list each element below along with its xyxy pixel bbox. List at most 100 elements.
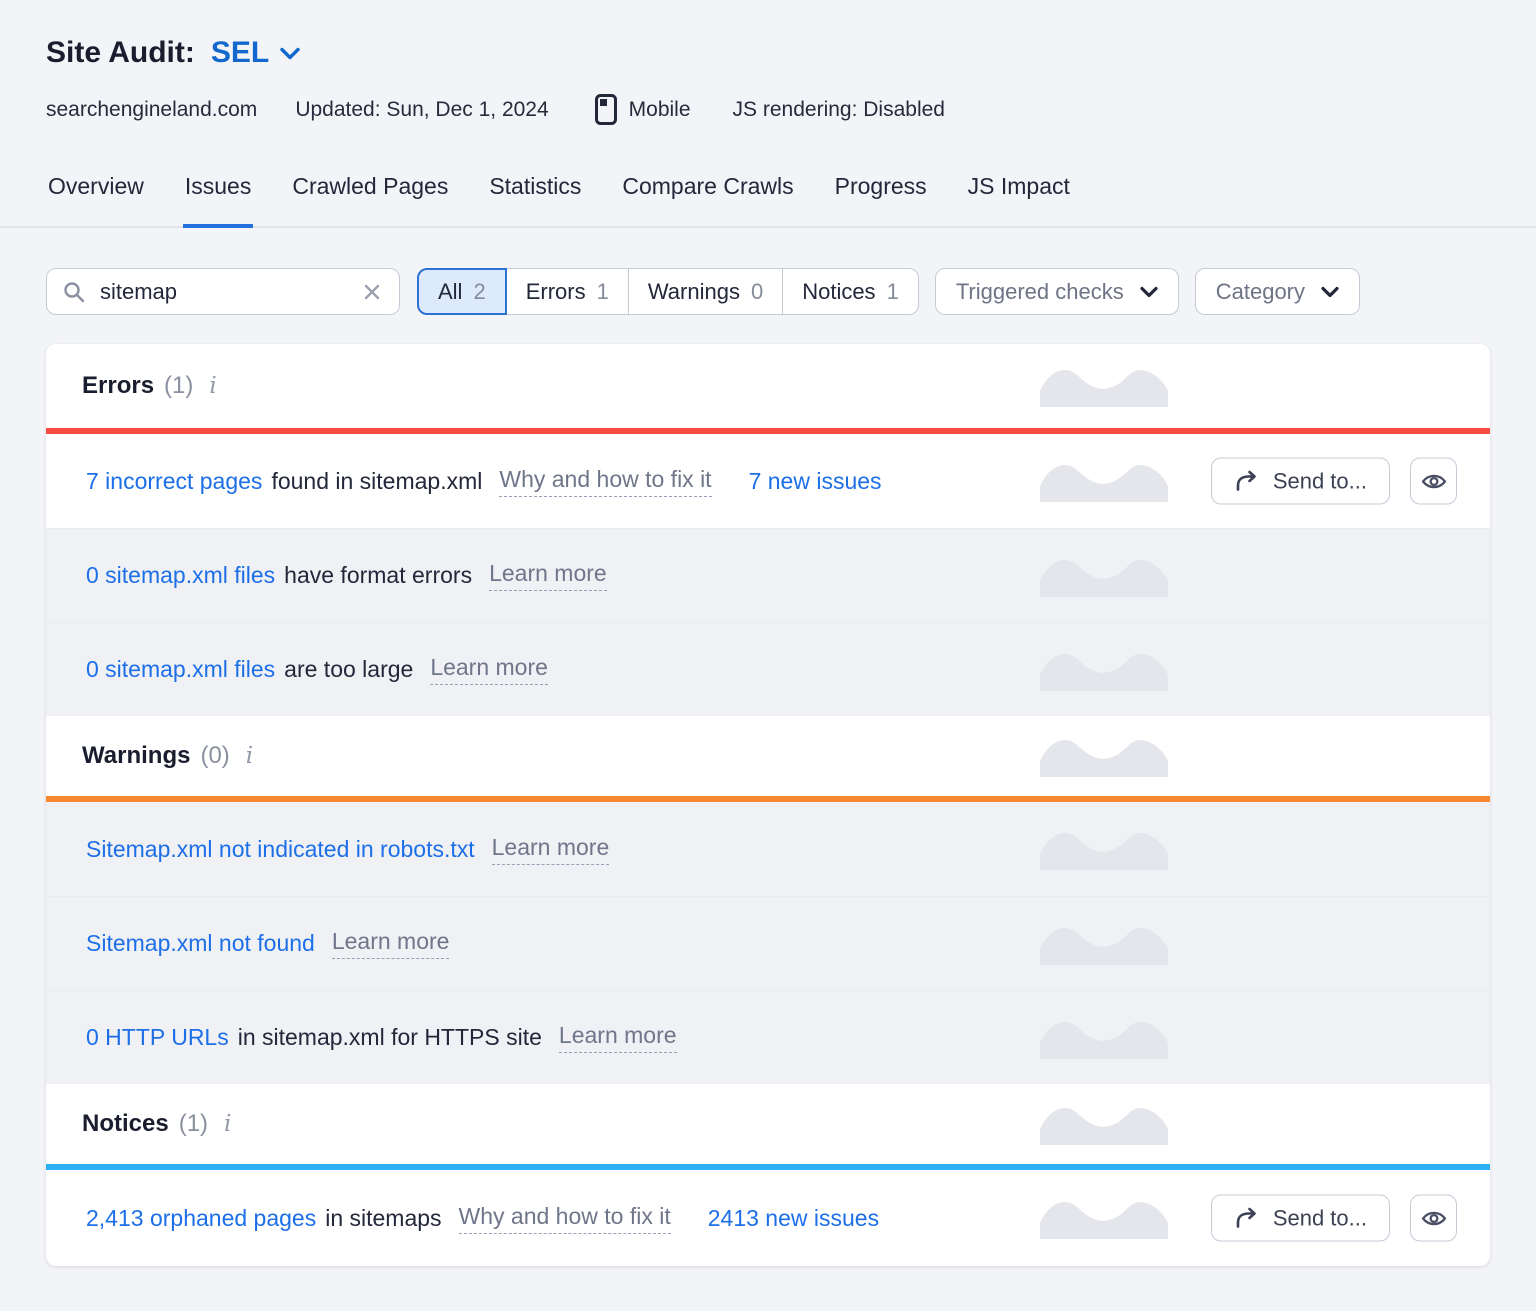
trend-sparkline-placeholder <box>1040 555 1168 597</box>
issue-row: Sitemap.xml not found Learn more <box>46 896 1490 990</box>
audit-meta: searchengineland.com Updated: Sun, Dec 1… <box>46 94 1490 125</box>
issue-link[interactable]: 7 incorrect pages <box>86 468 262 495</box>
category-label: Category <box>1215 278 1306 304</box>
new-issues-link[interactable]: 2413 new issues <box>708 1205 879 1232</box>
row-actions: Send to... <box>1210 457 1457 505</box>
tab-overview[interactable]: Overview <box>46 167 146 228</box>
issue-text: in sitemaps <box>325 1204 442 1231</box>
project-name[interactable]: SEL <box>211 36 269 70</box>
category-dropdown[interactable]: Category <box>1194 268 1361 315</box>
site-audit-page: Site Audit: SEL searchengineland.com Upd… <box>0 0 1536 1310</box>
device-indicator: Mobile <box>594 94 691 125</box>
issue-text: are too large <box>284 656 414 682</box>
issue-text: in sitemap.xml for HTTPS site <box>237 1024 542 1050</box>
hide-issue-button[interactable] <box>1410 457 1457 505</box>
section-title: Notices <box>82 1110 169 1137</box>
filter-all[interactable]: All 2 <box>417 268 507 315</box>
trend-sparkline-placeholder <box>1040 828 1168 870</box>
filter-notices[interactable]: Notices 1 <box>782 268 919 315</box>
issue-search[interactable] <box>46 268 400 315</box>
send-to-icon <box>1234 1206 1260 1230</box>
section-title: Errors <box>82 372 155 399</box>
chevron-down-icon <box>1140 286 1158 298</box>
clear-search-button[interactable] <box>360 280 384 304</box>
search-icon <box>62 280 86 304</box>
search-input[interactable] <box>98 277 348 306</box>
mobile-phone-icon <box>594 94 617 125</box>
page-header: Site Audit: SEL <box>46 36 1490 70</box>
hide-issue-button[interactable] <box>1410 1194 1457 1242</box>
issues-card: Errors (1) i 7 incorrect pages found in … <box>46 344 1490 1266</box>
tab-progress[interactable]: Progress <box>833 167 929 228</box>
issue-link[interactable]: Sitemap.xml not found <box>86 930 315 957</box>
trend-sparkline-placeholder <box>1040 735 1168 777</box>
learn-more-link[interactable]: Learn more <box>558 1022 677 1053</box>
filter-notices-count: 1 <box>886 278 899 304</box>
filter-errors-count: 1 <box>596 278 609 304</box>
send-to-button[interactable]: Send to... <box>1210 1194 1390 1242</box>
learn-more-link[interactable]: Learn more <box>489 560 607 591</box>
info-icon[interactable]: i <box>246 744 253 768</box>
section-count: (1) <box>178 1110 209 1137</box>
learn-more-link[interactable]: Learn more <box>331 928 450 959</box>
tab-issues[interactable]: Issues <box>182 167 254 228</box>
section-count: (1) <box>164 372 194 399</box>
eye-icon <box>1421 1209 1447 1227</box>
tab-js-impact[interactable]: JS Impact <box>966 167 1072 228</box>
issue-link[interactable]: 0 sitemap.xml files <box>86 562 275 589</box>
info-icon[interactable]: i <box>209 374 216 398</box>
issue-text: found in sitemap.xml <box>271 467 483 494</box>
row-actions: Send to... <box>1210 1194 1457 1242</box>
trend-sparkline-placeholder <box>1040 1197 1168 1239</box>
issue-link[interactable]: Sitemap.xml not indicated in robots.txt <box>86 836 475 863</box>
project-selector[interactable]: SEL <box>211 36 300 70</box>
issue-text: have format errors <box>284 562 473 588</box>
filter-warnings-label: Warnings <box>647 278 740 304</box>
device-label: Mobile <box>628 97 691 121</box>
tab-crawled-pages[interactable]: Crawled Pages <box>290 167 450 228</box>
send-to-button[interactable]: Send to... <box>1210 457 1390 505</box>
learn-more-link[interactable]: Learn more <box>491 834 610 865</box>
issue-row: 2,413 orphaned pages in sitemaps Why and… <box>46 1170 1490 1266</box>
eye-icon <box>1421 472 1447 490</box>
filter-errors-label: Errors <box>525 278 586 304</box>
tab-statistics[interactable]: Statistics <box>487 167 583 228</box>
severity-filter: All 2 Errors 1 Warnings 0 Notices 1 <box>417 268 919 315</box>
learn-more-link[interactable]: Learn more <box>430 654 548 685</box>
tab-compare-crawls[interactable]: Compare Crawls <box>620 167 795 228</box>
issue-row: 7 incorrect pages found in sitemap.xml W… <box>46 434 1490 528</box>
trend-sparkline-placeholder <box>1040 649 1168 691</box>
new-issues-link[interactable]: 7 new issues <box>749 468 882 495</box>
filter-all-count: 2 <box>473 278 486 304</box>
triggered-checks-dropdown[interactable]: Triggered checks <box>934 268 1179 315</box>
audit-tabs: Overview Issues Crawled Pages Statistics… <box>0 167 1536 228</box>
send-to-icon <box>1234 469 1260 493</box>
triggered-checks-label: Triggered checks <box>955 278 1124 304</box>
trend-sparkline-placeholder <box>1040 1103 1168 1145</box>
issue-row: 0 HTTP URLs in sitemap.xml for HTTPS sit… <box>46 990 1490 1084</box>
errors-section-header: Errors (1) i <box>46 344 1490 428</box>
send-to-label: Send to... <box>1272 1205 1367 1230</box>
info-icon[interactable]: i <box>224 1112 231 1136</box>
issue-link[interactable]: 0 HTTP URLs <box>86 1024 229 1051</box>
page-title: Site Audit: <box>46 36 195 69</box>
issue-row: Sitemap.xml not indicated in robots.txt … <box>46 802 1490 896</box>
why-how-to-fix-link[interactable]: Why and how to fix it <box>458 1203 671 1234</box>
filter-warnings-count: 0 <box>750 278 764 304</box>
last-updated: Updated: Sun, Dec 1, 2024 <box>295 97 549 121</box>
issue-row: 0 sitemap.xml files are too large Learn … <box>46 622 1490 716</box>
filter-errors[interactable]: Errors 1 <box>505 268 629 315</box>
issue-link[interactable]: 0 sitemap.xml files <box>86 656 275 683</box>
issue-link[interactable]: 2,413 orphaned pages <box>86 1205 316 1232</box>
section-title: Warnings <box>82 742 191 769</box>
filter-warnings[interactable]: Warnings 0 <box>627 268 784 315</box>
chevron-down-icon <box>280 47 300 60</box>
close-icon <box>362 282 382 302</box>
why-how-to-fix-link[interactable]: Why and how to fix it <box>499 466 712 497</box>
issue-row: 0 sitemap.xml files have format errors L… <box>46 528 1490 622</box>
filter-bar: All 2 Errors 1 Warnings 0 Notices 1 Trig… <box>46 268 1490 315</box>
trend-sparkline-placeholder <box>1040 923 1168 965</box>
send-to-label: Send to... <box>1272 468 1367 493</box>
section-count: (0) <box>200 742 230 769</box>
trend-sparkline-placeholder <box>1040 365 1168 407</box>
